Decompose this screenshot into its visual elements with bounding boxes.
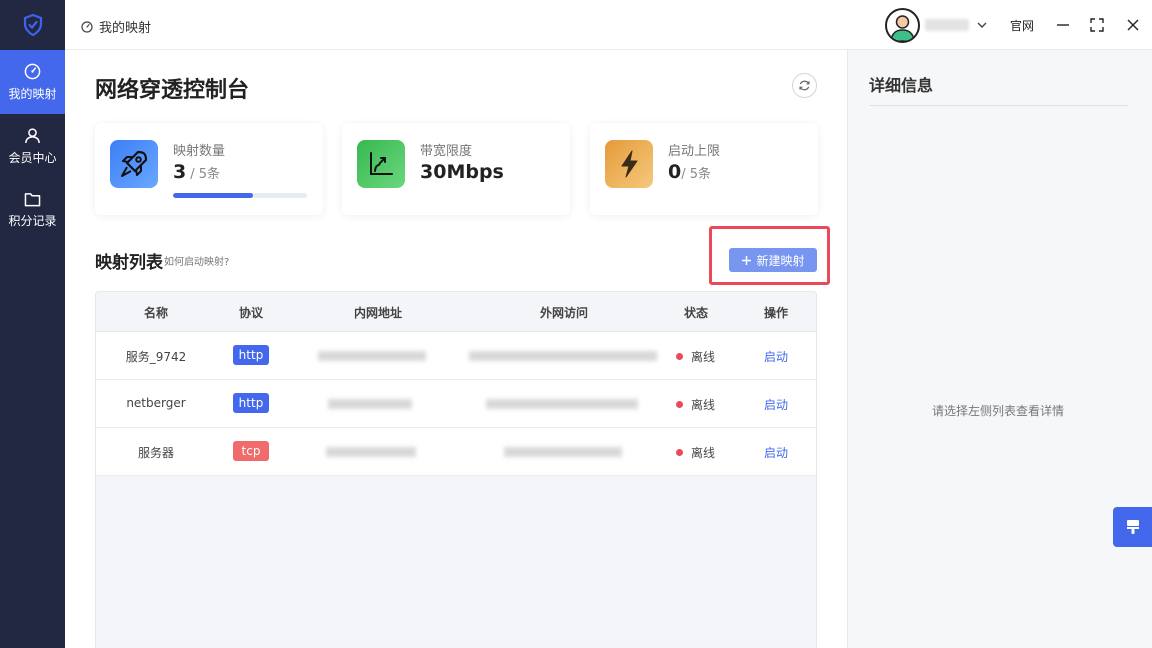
- chevron-down-icon[interactable]: [976, 19, 988, 31]
- sidebar-item-label: 积分记录: [8, 213, 57, 228]
- fullscreen-icon: [1090, 18, 1104, 32]
- protocol-badge: tcp: [233, 441, 269, 461]
- minimize-button[interactable]: [1053, 15, 1073, 35]
- table-row[interactable]: netberger http 离线 启动: [96, 380, 816, 428]
- mapping-list-title: 映射列表: [95, 253, 163, 273]
- row-name: 服务_9742: [125, 350, 187, 364]
- card-value: 3/ 5条: [173, 161, 220, 183]
- card-label: 带宽限度: [420, 144, 473, 159]
- start-limit-max: / 5条: [681, 167, 712, 182]
- stat-card-bandwidth: 带宽限度 30Mbps: [342, 123, 570, 215]
- sidebar-item-label: 会员中心: [8, 150, 57, 165]
- start-button[interactable]: 启动: [764, 444, 788, 461]
- divider: [869, 105, 1128, 106]
- breadcrumb: 我的映射: [81, 17, 151, 36]
- mapping-count-value: 3: [173, 161, 187, 183]
- status-text: 离线: [691, 398, 716, 412]
- stat-card-mapping-count: 映射数量 3/ 5条: [95, 123, 323, 215]
- card-value: 0/ 5条: [668, 161, 711, 183]
- start-button[interactable]: 启动: [764, 348, 788, 365]
- progress-fill: [173, 193, 254, 198]
- how-to-start-link[interactable]: 如何启动映射?: [164, 253, 229, 268]
- user-icon: [25, 127, 40, 143]
- sidebar-item-points-record[interactable]: 积分记录: [0, 178, 65, 242]
- detail-title: 详细信息: [869, 76, 934, 95]
- lightning-icon: [605, 140, 653, 188]
- sidebar-item-my-mappings[interactable]: 我的映射: [0, 50, 65, 114]
- username-blurred: [925, 19, 969, 31]
- dashboard-icon: [81, 20, 93, 33]
- col-protocol: 协议: [238, 306, 263, 320]
- status-text: 离线: [691, 350, 716, 364]
- row-name: netberger: [126, 396, 186, 410]
- public-address-blurred: [504, 447, 622, 457]
- start-button[interactable]: 启动: [764, 396, 788, 413]
- table-row[interactable]: 服务_9742 http 离线 启动: [96, 332, 816, 380]
- bandwidth-value: 30Mbps: [420, 161, 504, 183]
- col-public-access: 外网访问: [539, 306, 588, 320]
- mapping-table: 名称 协议 内网地址 外网访问 状态 操作 服务_9742 http 离线 启动…: [95, 291, 817, 648]
- table-row[interactable]: 服务器 tcp 离线 启动: [96, 428, 816, 476]
- close-icon: [1127, 19, 1139, 31]
- breadcrumb-label: 我的映射: [99, 21, 152, 36]
- official-site-link[interactable]: 官网: [1010, 17, 1034, 34]
- protocol-badge: http: [233, 345, 269, 365]
- page-title: 网络穿透控制台: [95, 78, 250, 103]
- new-mapping-button[interactable]: 新建映射: [729, 248, 817, 272]
- local-address-blurred: [328, 399, 412, 409]
- status-badge: 离线: [676, 396, 715, 413]
- local-address-blurred: [318, 351, 426, 361]
- local-address-blurred: [326, 447, 416, 457]
- status-text: 离线: [691, 446, 716, 460]
- public-address-blurred: [486, 399, 638, 409]
- app-logo: [0, 0, 65, 50]
- dashboard-icon: [24, 63, 41, 79]
- offline-dot: [676, 353, 683, 360]
- col-action: 操作: [763, 306, 788, 320]
- sidebar-item-member-center[interactable]: 会员中心: [0, 114, 65, 178]
- main-content: 网络穿透控制台 映射数量 3/ 5条 带宽限度 30Mbps 启动上限 0/ 5…: [65, 50, 847, 648]
- minimize-icon: [1057, 24, 1069, 26]
- brush-icon: [1127, 520, 1139, 534]
- maximize-button[interactable]: [1087, 15, 1107, 35]
- new-mapping-label: 新建映射: [756, 253, 805, 268]
- status-badge: 离线: [676, 348, 715, 365]
- start-limit-value: 0: [668, 161, 682, 183]
- card-label: 映射数量: [173, 144, 226, 159]
- stat-card-start-limit: 启动上限 0/ 5条: [590, 123, 818, 215]
- detail-panel: 详细信息 请选择左侧列表查看详情: [847, 50, 1152, 648]
- top-bar: 我的映射 官网: [65, 0, 1152, 50]
- rocket-icon: [110, 140, 158, 188]
- close-button[interactable]: [1123, 15, 1143, 35]
- col-local-address: 内网地址: [353, 306, 402, 320]
- avatar[interactable]: [885, 8, 920, 43]
- col-name: 名称: [143, 306, 168, 320]
- sidebar: 我的映射 会员中心 积分记录: [0, 0, 65, 648]
- protocol-badge: http: [233, 393, 269, 413]
- folder-icon: [24, 192, 41, 206]
- refresh-button[interactable]: [792, 73, 817, 98]
- public-address-blurred: [469, 351, 657, 361]
- offline-dot: [676, 401, 683, 408]
- user-avatar-icon: [890, 15, 915, 41]
- floating-feedback-button[interactable]: [1113, 507, 1152, 547]
- status-badge: 离线: [676, 444, 715, 461]
- mapping-progress-bar: [173, 193, 307, 198]
- card-label: 启动上限: [668, 144, 721, 159]
- mapping-count-limit: / 5条: [190, 167, 221, 182]
- sidebar-item-label: 我的映射: [8, 86, 57, 101]
- table-header: 名称 协议 内网地址 外网访问 状态 操作: [96, 292, 816, 332]
- detail-empty-text: 请选择左侧列表查看详情: [931, 404, 1064, 418]
- col-status: 状态: [683, 306, 708, 320]
- refresh-icon: [799, 80, 810, 91]
- row-name: 服务器: [137, 446, 174, 460]
- shield-logo-icon: [23, 14, 42, 36]
- bandwidth-chart-icon: [357, 140, 405, 188]
- plus-icon: [742, 255, 752, 265]
- offline-dot: [676, 449, 683, 456]
